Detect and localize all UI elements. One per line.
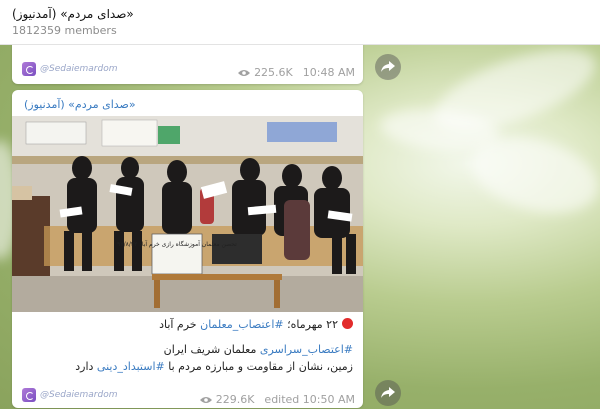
red-circle-icon: [342, 318, 353, 329]
caption-text: معلمان شریف ایران: [163, 343, 260, 356]
classroom-photo-image: تحصن معلمان آموزشگاه رازی خرم آباد ۹۷/۸/…: [12, 116, 363, 312]
share-button[interactable]: [375, 54, 401, 80]
message-photo[interactable]: تحصن معلمان آموزشگاه رازی خرم آباد ۹۷/۸/…: [12, 116, 363, 312]
share-arrow-icon: [381, 61, 395, 72]
views-eye-icon: [238, 69, 251, 76]
caption-text: دارد: [75, 360, 97, 373]
signature-text: @Sedaiemardom: [40, 390, 118, 400]
message-main[interactable]: (صدای مردم» (آمدنیوز» تحصن معلمان آموزشگ…: [12, 90, 363, 408]
message-author[interactable]: (صدای مردم» (آمدنیوز»: [24, 98, 136, 111]
channel-logo-icon: [22, 62, 36, 76]
channel-logo-icon: [22, 388, 36, 402]
channel-title: (صدای مردم» (آمدنیوز»: [12, 7, 134, 21]
message-meta: 225.6K 10:48 AM: [238, 66, 355, 79]
share-button[interactable]: [375, 380, 401, 406]
channel-signature: @Sedaiemardom: [22, 62, 117, 76]
channel-members: 1812359 members: [12, 24, 117, 37]
message-caption: ۲۲ مهرماه؛ #اعتصاب_معلمان خرم آباد #اعتص…: [22, 316, 353, 375]
message-meta: 229.6K edited 10:50 AM: [199, 393, 355, 406]
caption-text: زمین، نشان از مقاومت و مبارزه مردم با: [164, 360, 353, 373]
chat-header[interactable]: (صدای مردم» (آمدنیوز» 1812359 members: [0, 0, 600, 45]
hashtag-link[interactable]: #استبداد_دینی: [97, 360, 165, 373]
protest-sign: تحصن معلمان آموزشگاه رازی خرم آباد ۹۷/۸/…: [117, 239, 237, 248]
caption-line-1: ۲۲ مهرماه؛ #اعتصاب_معلمان خرم آباد: [22, 316, 353, 333]
views-count: 225.6K: [254, 66, 293, 79]
message-time: edited 10:50 AM: [264, 393, 355, 406]
share-arrow-icon: [381, 387, 395, 398]
views-eye-icon: [199, 396, 212, 403]
caption-text: خرم آباد: [159, 318, 201, 331]
caption-line-2: #اعتصاب_سراسری معلمان شریف ایران: [22, 341, 353, 358]
channel-signature: @Sedaiemardom: [22, 388, 117, 402]
message-time: 10:48 AM: [302, 66, 355, 79]
signature-text: @Sedaiemardom: [40, 64, 118, 74]
caption-text: ۲۲ مهرماه؛: [283, 318, 338, 331]
views-count: 229.6K: [215, 393, 255, 406]
hashtag-link[interactable]: #اعتصاب_سراسری: [260, 343, 353, 356]
caption-line-3: زمین، نشان از مقاومت و مبارزه مردم با #ا…: [22, 358, 353, 375]
hashtag-link[interactable]: #اعتصاب_معلمان: [200, 318, 284, 331]
